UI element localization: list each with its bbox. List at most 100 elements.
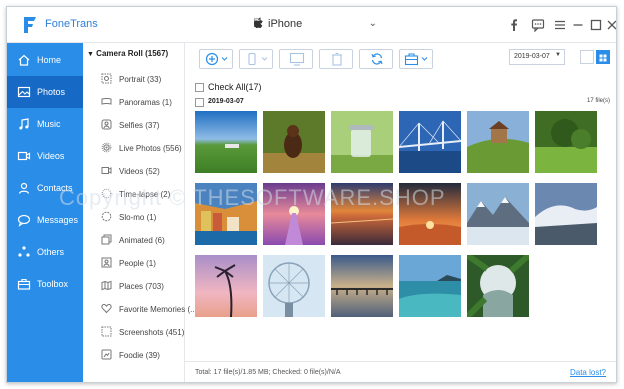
- sidebar-item-videos[interactable]: Videos: [7, 140, 83, 172]
- album-label: Live Photos (556): [119, 144, 182, 153]
- album-label: Portrait (33): [119, 75, 162, 84]
- sidebar-item-label: Toolbox: [37, 279, 69, 289]
- album-item-selfies[interactable]: Selfies (37): [101, 115, 185, 135]
- album-label: Videos (52): [119, 167, 160, 176]
- photo-thumbnail[interactable]: [263, 111, 325, 173]
- album-item-people[interactable]: People (1): [101, 253, 185, 273]
- photo-thumbnail[interactable]: [467, 183, 529, 245]
- portrait-icon: [101, 73, 112, 84]
- others-icon: [18, 246, 30, 257]
- album-item-slo-mo[interactable]: Slo-mo (1): [101, 207, 185, 227]
- caret-down-icon: ▼: [87, 51, 94, 58]
- export-pc-button[interactable]: [279, 49, 313, 69]
- add-icon: [205, 52, 228, 66]
- album-item-live-photos[interactable]: Live Photos (556): [101, 138, 185, 158]
- album-item-foodie[interactable]: Foodie (39): [101, 345, 185, 365]
- photo-thumbnail[interactable]: [467, 255, 529, 317]
- export-device-button[interactable]: [239, 49, 273, 69]
- status-text: Total: 17 file(s)/1.85 MB; Checked: 0 fi…: [195, 369, 341, 376]
- messages-icon: [17, 214, 31, 227]
- foodie-icon: [101, 349, 112, 360]
- close-icon[interactable]: [605, 18, 617, 32]
- feedback-icon[interactable]: [531, 18, 545, 32]
- minimize-icon[interactable]: [571, 18, 585, 32]
- sidebar-item-toolbox[interactable]: Toolbox: [7, 268, 83, 300]
- sidebar-item-label: Videos: [37, 151, 65, 161]
- apple-logo-icon: [254, 17, 263, 28]
- grid-view-button[interactable]: [580, 50, 594, 64]
- camera-roll-header[interactable]: ▼ Camera Roll (1567): [87, 49, 168, 58]
- contacts-icon: [18, 182, 30, 194]
- album-item-videos[interactable]: Videos (52): [101, 161, 185, 181]
- photo-thumbnail[interactable]: [331, 183, 393, 245]
- sidebar-item-messages[interactable]: Messages: [7, 204, 83, 236]
- title-bar: FoneTrans  iPhone ⌄: [7, 7, 617, 43]
- photo-thumbnail[interactable]: [399, 183, 461, 245]
- album-item-places[interactable]: Places (703): [101, 276, 185, 296]
- briefcase-icon: [404, 53, 428, 66]
- date-filter-value: 2019-03-07: [514, 53, 550, 60]
- sidebar-item-label: Photos: [37, 87, 66, 97]
- grid-icon: [584, 55, 590, 61]
- facebook-icon[interactable]: [507, 18, 521, 32]
- places-icon: [101, 280, 112, 291]
- album-item-animated[interactable]: Animated (6): [101, 230, 185, 250]
- menu-icon[interactable]: [553, 18, 567, 32]
- time-lapse-icon: [101, 188, 112, 199]
- data-lost-link[interactable]: Data lost?: [570, 368, 606, 377]
- trash-icon: [332, 52, 342, 66]
- photo-thumbnail[interactable]: [535, 111, 597, 173]
- photo-thumbnail[interactable]: [195, 111, 257, 173]
- album-item-time-lapse[interactable]: Time-lapse (2): [101, 184, 185, 204]
- photo-thumbnail[interactable]: [263, 183, 325, 245]
- status-bar: Total: 17 file(s)/1.85 MB; Checked: 0 fi…: [185, 361, 616, 382]
- album-item-panoramas[interactable]: Panoramas (1): [101, 92, 185, 112]
- selfie-icon: [101, 119, 112, 130]
- photo-thumbnail[interactable]: [331, 111, 393, 173]
- photo-thumbnail[interactable]: [399, 255, 461, 317]
- maximize-icon[interactable]: [589, 18, 603, 32]
- home-icon: [18, 54, 30, 66]
- delete-button[interactable]: [319, 49, 353, 69]
- phone-export-icon: [248, 52, 268, 66]
- album-item-screenshots[interactable]: Screenshots (451): [101, 322, 185, 342]
- sidebar-item-contacts[interactable]: Contacts: [7, 172, 83, 204]
- date-filter-select[interactable]: 2019-03-07 ▼: [509, 49, 565, 65]
- album-label: Slo-mo (1): [119, 213, 157, 222]
- photo-thumbnail[interactable]: [195, 255, 257, 317]
- thumbnail-icon: [599, 54, 607, 62]
- photo-thumbnail[interactable]: [467, 111, 529, 173]
- photo-thumbnail[interactable]: [331, 255, 393, 317]
- toolbox-button[interactable]: [399, 49, 433, 69]
- device-selector[interactable]:  iPhone ⌄: [253, 16, 377, 34]
- photo-thumbnail[interactable]: [535, 183, 597, 245]
- album-label: Favorite Memories (...: [119, 305, 197, 314]
- check-all-checkbox[interactable]: [195, 83, 204, 92]
- sidebar-item-photos[interactable]: Photos: [7, 76, 83, 108]
- fonetrans-logo-icon: [24, 17, 36, 33]
- date-group-label: 2019-03-07: [208, 98, 244, 105]
- photo-thumbnail[interactable]: [263, 255, 325, 317]
- thumbnail-view-button[interactable]: [596, 50, 610, 64]
- caret-down-icon: ▼: [555, 52, 561, 58]
- toolbox-icon: [17, 278, 31, 290]
- camera-roll-label: Camera Roll (1567): [96, 49, 169, 58]
- sidebar-item-label: Others: [37, 247, 65, 257]
- sidebar-item-home[interactable]: Home: [7, 44, 83, 76]
- videos-icon: [17, 151, 31, 161]
- device-name: iPhone: [268, 18, 303, 30]
- album-label: Foodie (39): [119, 351, 160, 360]
- date-group-checkbox[interactable]: [195, 98, 204, 107]
- sidebar-item-others[interactable]: Others: [7, 236, 83, 268]
- chevron-down-icon: ⌄: [368, 18, 377, 29]
- album-label: People (1): [119, 259, 156, 268]
- photo-thumbnail[interactable]: [195, 183, 257, 245]
- add-button[interactable]: [199, 49, 233, 69]
- refresh-button[interactable]: [359, 49, 393, 69]
- photo-thumbnail[interactable]: [399, 111, 461, 173]
- album-item-portrait[interactable]: Portrait (33): [101, 69, 185, 89]
- sidebar-item-music[interactable]: Music: [7, 108, 83, 140]
- album-item-favorite-memories[interactable]: Favorite Memories (...: [101, 299, 197, 319]
- sidebar-item-label: Music: [37, 119, 61, 129]
- check-all-label: Check All(17): [208, 82, 262, 92]
